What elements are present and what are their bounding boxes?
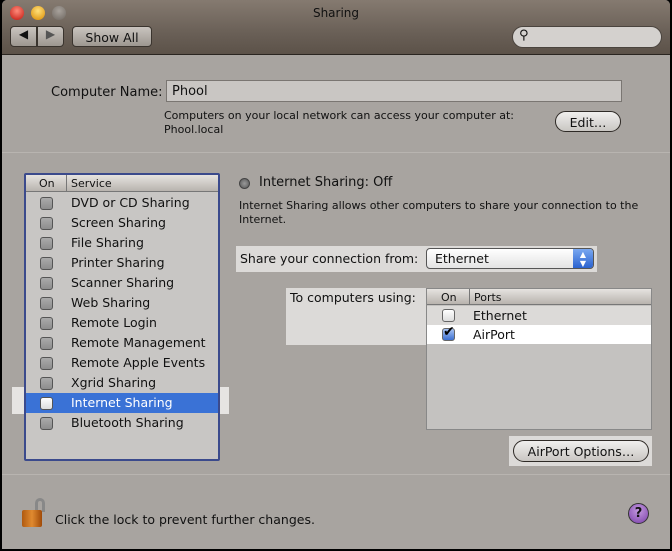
forward-button[interactable]: ▶ <box>37 26 64 47</box>
ports-table[interactable]: On Ports Ethernet ✔ AirPort <box>426 288 652 430</box>
service-row[interactable]: Printer Sharing <box>26 253 218 273</box>
show-all-button[interactable]: Show All <box>72 26 152 47</box>
share-from-label: Share your connection from: <box>240 251 419 266</box>
service-list-header: On Service <box>26 175 218 192</box>
title-bar: Sharing ◀ ▶ Show All ⚲ <box>2 0 670 55</box>
network-info-text: Computers on your local network can acce… <box>164 109 514 122</box>
service-row[interactable]: File Sharing <box>26 233 218 253</box>
popup-arrows-icon: ▲ ▼ <box>573 249 593 268</box>
search-input[interactable]: ⚲ <box>512 26 662 48</box>
service-label: DVD or CD Sharing <box>71 195 190 210</box>
service-label: File Sharing <box>71 235 144 250</box>
service-checkbox[interactable] <box>40 277 53 290</box>
port-checkbox[interactable] <box>442 309 455 322</box>
ports-header: On Ports <box>427 289 651 305</box>
port-checkbox[interactable]: ✔ <box>442 324 455 341</box>
service-label: Xgrid Sharing <box>71 375 157 390</box>
forward-arrow-icon: ▶ <box>45 27 56 41</box>
description-line-2: Internet. <box>239 213 287 226</box>
col-service: Service <box>71 177 112 190</box>
service-label: Screen Sharing <box>71 215 166 230</box>
service-row[interactable]: Remote Management <box>26 333 218 353</box>
service-label: Remote Login <box>71 315 157 330</box>
service-checkbox[interactable] <box>40 237 53 250</box>
service-label: Internet Sharing <box>71 395 173 410</box>
service-row[interactable]: DVD or CD Sharing <box>26 193 218 213</box>
computer-name-label: Computer Name: <box>51 85 163 100</box>
divider <box>2 474 670 475</box>
port-label: Ethernet <box>473 308 527 323</box>
service-checkbox[interactable] <box>40 397 53 410</box>
service-checkbox[interactable] <box>40 197 53 210</box>
service-row[interactable]: Remote Login <box>26 313 218 333</box>
service-label: Remote Management <box>71 335 206 350</box>
share-from-popup[interactable]: Ethernet ▲ ▼ <box>426 248 594 269</box>
description-line-1: Internet Sharing allows other computers … <box>239 199 639 212</box>
port-row[interactable]: ✔ AirPort <box>427 324 651 344</box>
port-row[interactable]: Ethernet <box>427 306 651 325</box>
to-computers-label: To computers using: <box>290 290 416 305</box>
service-label: Bluetooth Sharing <box>71 415 184 430</box>
airport-options-button[interactable]: AirPort Options… <box>513 440 649 462</box>
service-row[interactable]: Screen Sharing <box>26 213 218 233</box>
lock-open-icon[interactable] <box>22 498 46 530</box>
window-title: Sharing <box>312 6 360 20</box>
service-label: Web Sharing <box>71 295 151 310</box>
service-row[interactable]: Bluetooth Sharing <box>26 413 218 433</box>
service-row[interactable]: Internet Sharing <box>26 393 218 413</box>
lock-text: Click the lock to prevent further change… <box>55 512 315 527</box>
status-indicator-icon <box>239 178 250 189</box>
service-label: Remote Apple Events <box>71 355 206 370</box>
sharing-window: Sharing ◀ ▶ Show All ⚲ Computer Name: Ph… <box>2 0 670 549</box>
col-on: On <box>441 291 457 304</box>
divider <box>2 152 670 153</box>
service-row[interactable]: Scanner Sharing <box>26 273 218 293</box>
col-on: On <box>39 177 55 190</box>
computer-name-field[interactable]: Phool <box>166 80 622 102</box>
service-list[interactable]: On Service DVD or CD Sharing Screen Shari… <box>24 173 220 461</box>
service-checkbox[interactable] <box>40 337 53 350</box>
service-label: Printer Sharing <box>71 255 165 270</box>
service-checkbox[interactable] <box>40 297 53 310</box>
service-checkbox[interactable] <box>40 217 53 230</box>
service-checkbox[interactable] <box>40 257 53 270</box>
service-checkbox[interactable] <box>40 317 53 330</box>
service-checkbox[interactable] <box>40 357 53 370</box>
back-arrow-icon: ◀ <box>18 27 29 41</box>
service-row[interactable]: Remote Apple Events <box>26 353 218 373</box>
service-status: Internet Sharing: Off <box>259 175 393 190</box>
service-row[interactable]: Web Sharing <box>26 293 218 313</box>
checkmark-icon: ✔ <box>443 324 455 340</box>
edit-button[interactable]: Edit… <box>555 111 621 132</box>
search-icon: ⚲ <box>519 28 529 43</box>
service-checkbox[interactable] <box>40 417 53 430</box>
col-ports: Ports <box>474 291 502 304</box>
local-address: Phool.local <box>164 123 224 136</box>
back-button[interactable]: ◀ <box>10 26 37 47</box>
service-checkbox[interactable] <box>40 377 53 390</box>
share-from-value: Ethernet <box>435 251 489 266</box>
service-row[interactable]: Xgrid Sharing <box>26 373 218 393</box>
help-button[interactable]: ? <box>628 503 649 524</box>
port-label: AirPort <box>473 327 515 342</box>
service-label: Scanner Sharing <box>71 275 175 290</box>
